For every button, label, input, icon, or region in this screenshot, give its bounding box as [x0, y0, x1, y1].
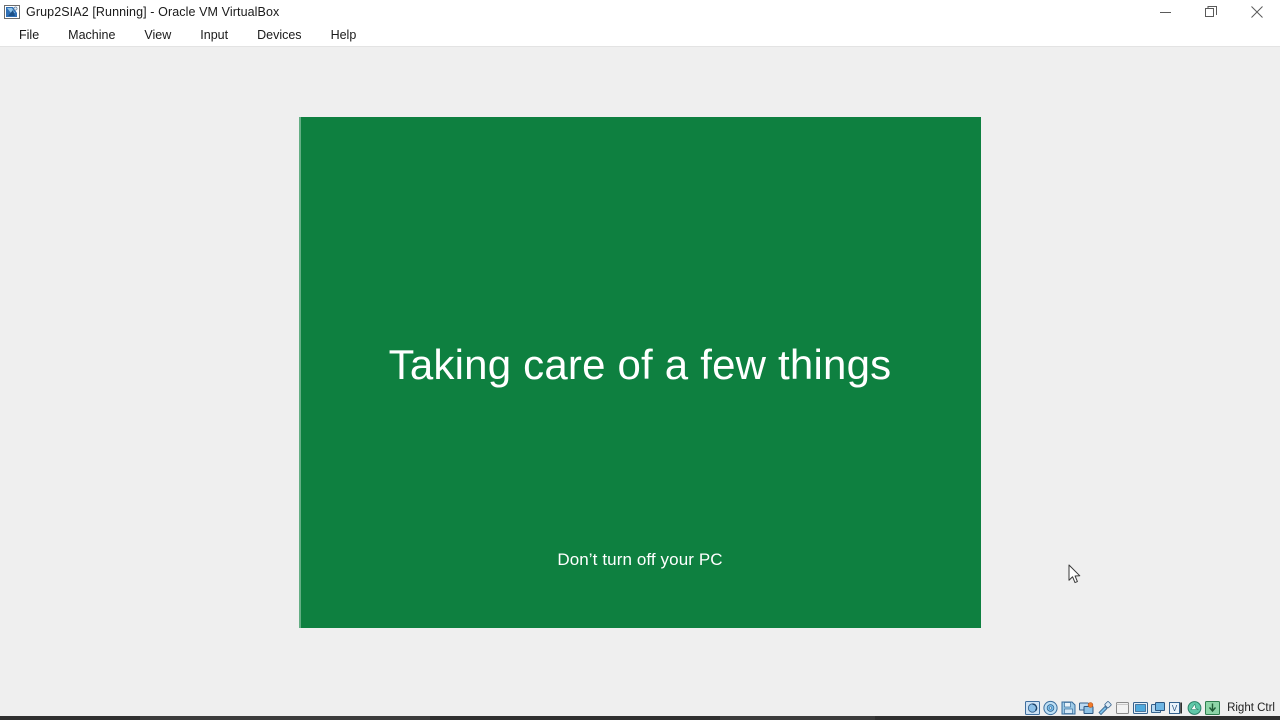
windows-update-screen: Taking care of a few things Don’t turn o…	[299, 117, 981, 628]
virtualbox-vm-icon	[4, 4, 20, 20]
host-key-label: Right Ctrl	[1227, 702, 1275, 714]
floppy-disk-icon[interactable]	[1060, 700, 1077, 716]
hard-disk-icon[interactable]	[1024, 700, 1041, 716]
bottom-edge-segment	[430, 716, 720, 720]
menu-bar: File Machine View Input Devices Help	[0, 24, 1280, 47]
keyboard-capture-icon[interactable]	[1204, 700, 1221, 716]
svg-text:V: V	[1172, 704, 1178, 713]
menu-item-view[interactable]: View	[135, 26, 180, 44]
optical-disk-icon[interactable]	[1042, 700, 1059, 716]
menu-item-devices[interactable]: Devices	[248, 26, 310, 44]
restore-button[interactable]	[1188, 0, 1234, 24]
recording-icon[interactable]	[1150, 700, 1167, 716]
menu-item-input[interactable]: Input	[191, 26, 237, 44]
status-indicators: V	[1024, 700, 1221, 716]
window-controls	[1142, 0, 1280, 24]
bottom-edge-segment	[875, 716, 1280, 720]
shared-folders-icon[interactable]	[1114, 700, 1131, 716]
mouse-cursor	[1068, 564, 1082, 585]
virtualbox-vm-window: Grup2SIA2 [Running] - Oracle VM VirtualB…	[0, 0, 1280, 720]
menu-item-machine[interactable]: Machine	[59, 26, 124, 44]
bottom-edge-bar	[0, 716, 1280, 720]
oobe-title: Taking care of a few things	[388, 341, 892, 388]
bottom-edge-segment	[0, 716, 140, 720]
oobe-subtitle: Don’t turn off your PC	[557, 550, 723, 569]
mouse-integration-icon[interactable]	[1186, 700, 1203, 716]
network-icon[interactable]	[1078, 700, 1095, 716]
close-button[interactable]	[1234, 0, 1280, 24]
menu-item-file[interactable]: File	[10, 26, 48, 44]
vm-features-icon[interactable]: V	[1168, 700, 1185, 716]
window-title: Grup2SIA2 [Running] - Oracle VM VirtualB…	[26, 5, 280, 19]
minimize-button[interactable]	[1142, 0, 1188, 24]
title-bar: Grup2SIA2 [Running] - Oracle VM VirtualB…	[0, 0, 1280, 24]
usb-icon[interactable]	[1096, 700, 1113, 716]
display-icon[interactable]	[1132, 700, 1149, 716]
menu-item-help[interactable]: Help	[322, 26, 366, 44]
vm-viewport[interactable]: Taking care of a few things Don’t turn o…	[0, 48, 1280, 696]
